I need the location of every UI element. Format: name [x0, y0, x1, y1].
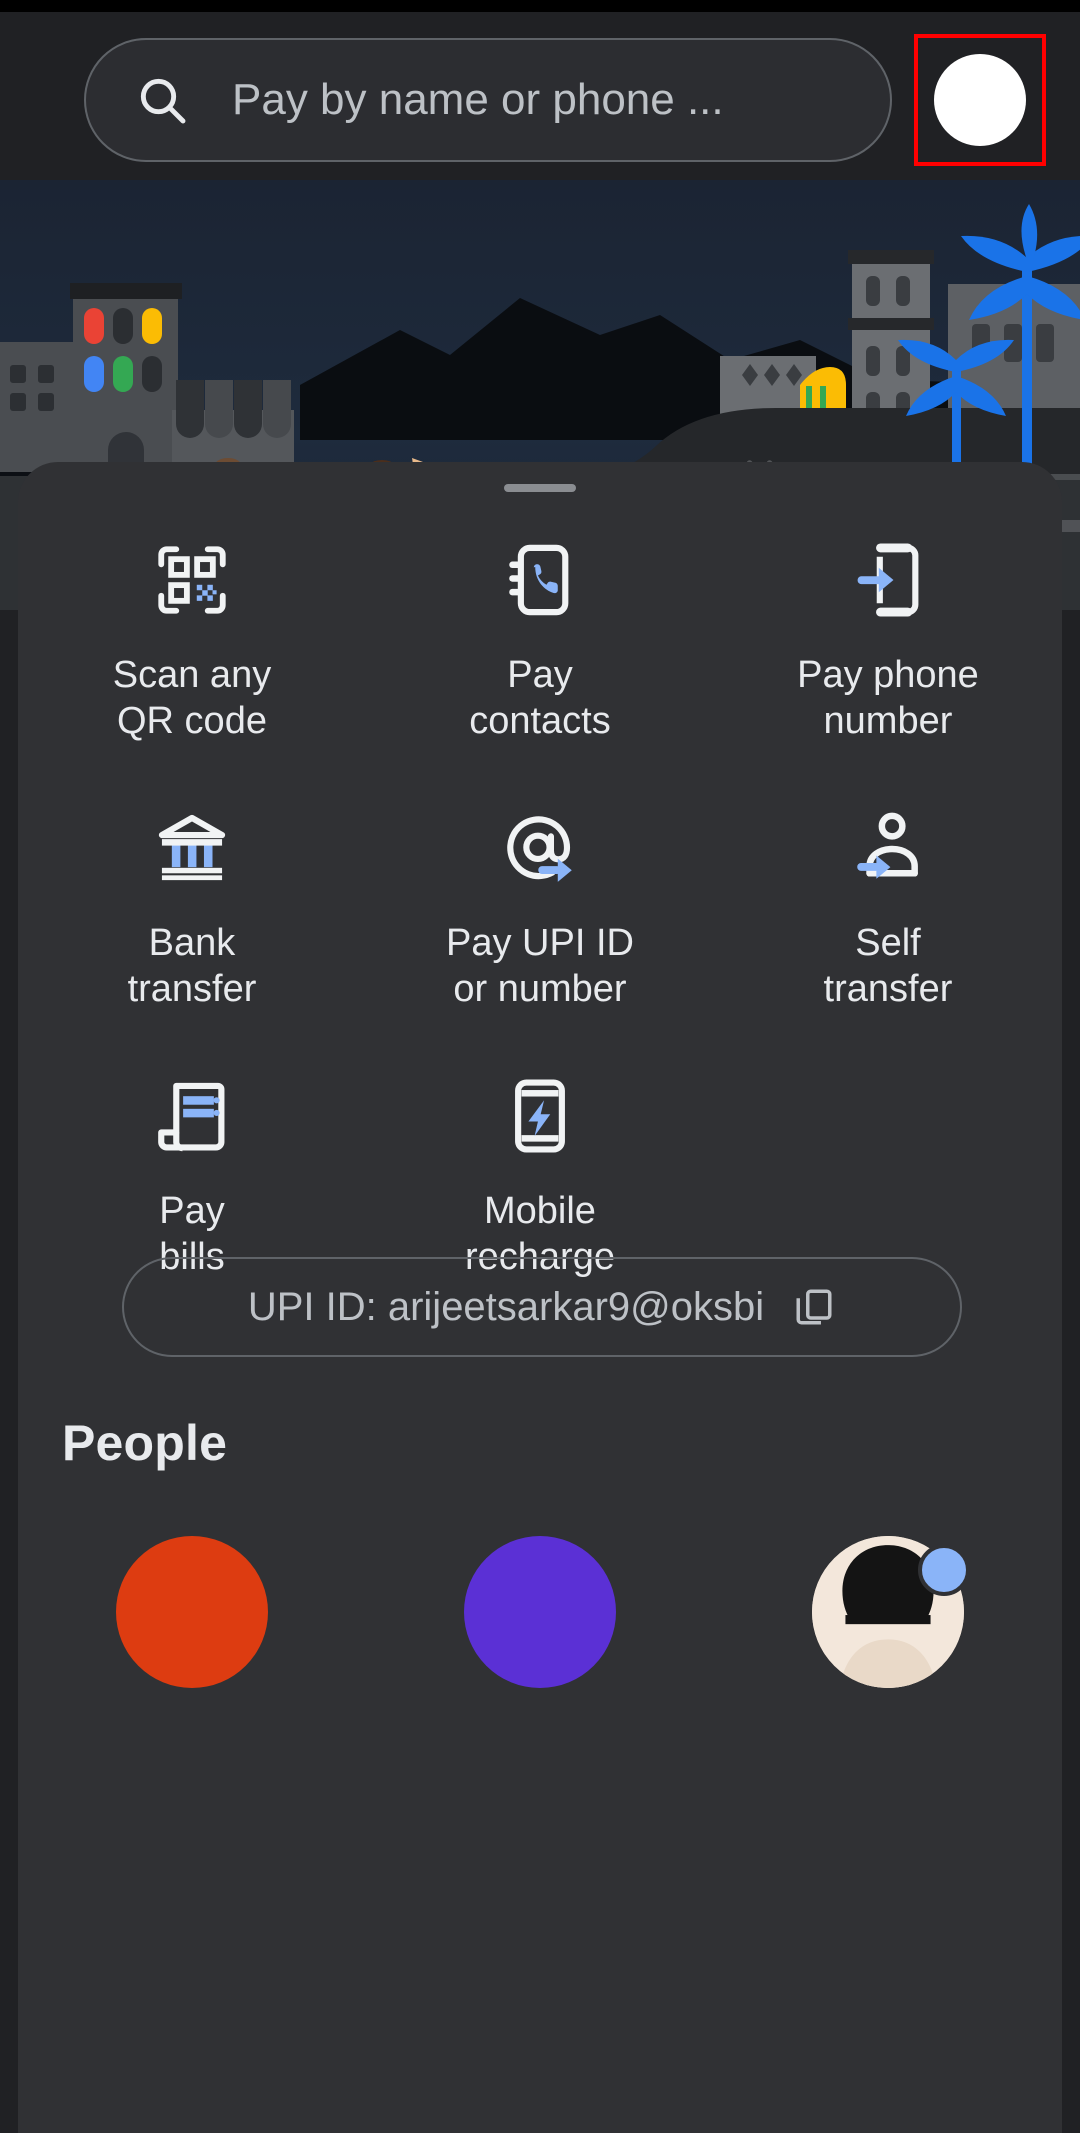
action-pay-phone-number[interactable]: Pay phone number — [714, 520, 1062, 788]
sheet-drag-handle[interactable] — [504, 484, 576, 492]
bank-icon — [150, 806, 234, 890]
action-label: Pay UPI ID or number — [446, 922, 634, 1010]
google-pay-home-screen: Pay by name or phone ... Scan any QR cod… — [0, 0, 1080, 2133]
search-icon — [134, 72, 190, 128]
avatar[interactable] — [463, 1536, 616, 1688]
top-app-bar: Pay by name or phone ... — [0, 12, 1080, 180]
bill-receipt-icon — [150, 1074, 234, 1158]
action-pay-upi-id[interactable]: Pay UPI ID or number — [366, 788, 714, 1056]
action-label: Self transfer — [823, 922, 953, 1010]
contacts-phone-icon — [498, 538, 582, 622]
upi-id-chip[interactable]: UPI ID: arijeetsarkar9@oksbi — [122, 1257, 962, 1357]
search-bar[interactable]: Pay by name or phone ... — [84, 38, 892, 162]
payment-actions-grid: Scan any QR code Pay contacts Pay phone … — [18, 520, 1062, 1324]
action-label: Scan any QR code — [112, 654, 272, 742]
person-arrow-icon — [846, 806, 930, 890]
phone-bolt-icon — [498, 1074, 582, 1158]
phone-arrow-icon — [846, 538, 930, 622]
account-avatar-button[interactable] — [914, 34, 1046, 166]
person-chip[interactable] — [366, 1536, 714, 1688]
qr-scan-icon — [150, 538, 234, 622]
action-label: Bank transfer — [127, 922, 257, 1010]
people-list — [18, 1536, 1062, 1688]
avatar[interactable] — [811, 1536, 970, 1688]
payment-bottom-sheet: Scan any QR code Pay contacts Pay phone … — [18, 462, 1062, 2133]
status-badge — [917, 1544, 970, 1596]
search-input-placeholder[interactable]: Pay by name or phone ... — [232, 75, 724, 125]
action-label: Pay contacts — [469, 654, 611, 742]
action-self-transfer[interactable]: Self transfer — [714, 788, 1062, 1056]
person-chip[interactable] — [18, 1536, 366, 1688]
copy-icon[interactable] — [792, 1285, 836, 1329]
avatar-disc — [463, 1536, 616, 1688]
action-bank-transfer[interactable]: Bank transfer — [18, 788, 366, 1056]
at-arrow-icon — [498, 806, 582, 890]
account-avatar-icon[interactable] — [934, 54, 1026, 146]
people-section-heading: People — [62, 1415, 228, 1471]
avatar[interactable] — [115, 1536, 268, 1688]
upi-id-text: UPI ID: arijeetsarkar9@oksbi — [247, 1284, 765, 1329]
avatar-disc — [115, 1536, 268, 1688]
status-bar — [0, 0, 1080, 12]
action-label: Pay phone number — [797, 654, 979, 742]
action-pay-contacts[interactable]: Pay contacts — [366, 520, 714, 788]
action-scan-qr[interactable]: Scan any QR code — [18, 520, 366, 788]
person-chip[interactable] — [714, 1536, 1062, 1688]
